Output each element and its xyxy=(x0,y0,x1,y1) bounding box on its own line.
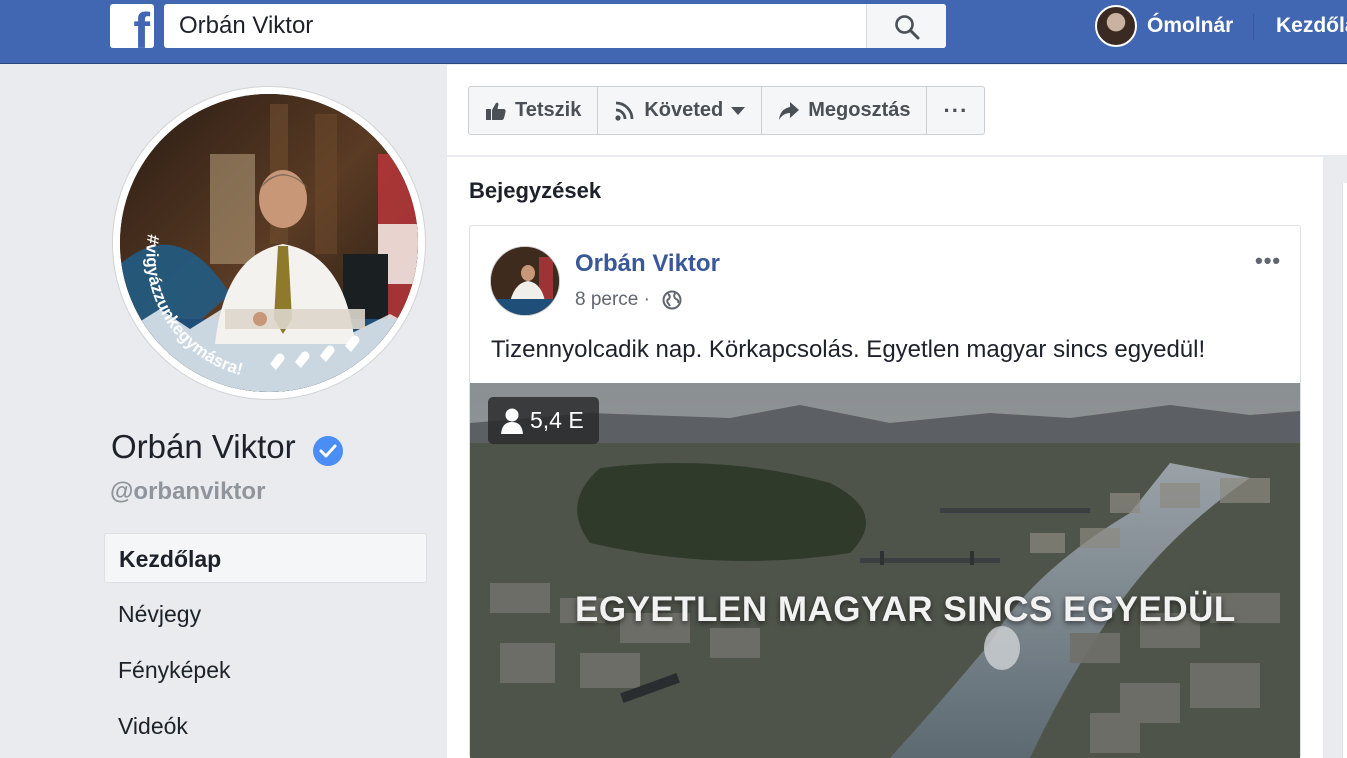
page-title: Orbán Viktor xyxy=(111,428,296,465)
topbar-divider xyxy=(1253,14,1254,40)
nav-item-home[interactable]: Kezdőlap xyxy=(104,533,427,583)
thumbs-up-icon xyxy=(486,102,506,120)
person-icon xyxy=(501,408,523,434)
facebook-logo-letter: f xyxy=(133,4,150,48)
share-arrow-icon xyxy=(779,101,800,120)
more-options-icon: ··· xyxy=(943,97,969,123)
posts-heading: Bejegyzések xyxy=(469,178,602,203)
search-icon xyxy=(895,15,920,40)
search-bar xyxy=(164,4,946,48)
more-options-button[interactable]: ··· xyxy=(927,87,984,134)
post-timestamp[interactable]: 8 perce · xyxy=(575,289,650,311)
page-actions: Tetszik Követed Megosztás ··· xyxy=(468,86,986,135)
like-button[interactable]: Tetszik xyxy=(469,87,599,134)
chevron-down-icon xyxy=(731,106,746,115)
view-count: 5,4 E xyxy=(530,407,584,433)
profile-photo: #vigyázzunkegymásra! xyxy=(120,94,418,392)
nav-item-photos[interactable]: Fényképek xyxy=(104,645,427,695)
globe-icon xyxy=(662,290,682,310)
top-navigation-bar: f Ómolnár Kezdőlap xyxy=(0,0,1347,64)
post-text: Tizennyolcadik nap. Körkapcsolás. Egyetl… xyxy=(491,336,1206,363)
home-link[interactable]: Kezdőlap xyxy=(1276,14,1347,38)
verified-badge-icon xyxy=(313,436,343,466)
user-avatar[interactable] xyxy=(1095,5,1137,47)
rss-follow-icon xyxy=(615,101,634,121)
follow-label: Követed xyxy=(644,99,724,121)
facebook-logo[interactable]: f xyxy=(110,4,154,48)
user-profile-link[interactable]: Ómolnár xyxy=(1147,14,1233,38)
search-input[interactable] xyxy=(164,4,866,48)
share-button[interactable]: Megosztás xyxy=(762,87,928,134)
right-sidebar-card xyxy=(1342,183,1347,758)
search-button[interactable] xyxy=(866,4,946,48)
nav-item-videos[interactable]: Videók xyxy=(104,701,427,751)
profile-picture[interactable]: #vigyázzunkegymásra! xyxy=(113,87,425,399)
view-count-badge: 5,4 E xyxy=(488,397,599,444)
video-caption: EGYETLEN MAGYAR SINCS EGYEDÜL xyxy=(575,590,1236,629)
post-options-icon[interactable]: ••• xyxy=(1255,248,1281,274)
post-author-avatar[interactable] xyxy=(490,246,560,316)
nav-item-about[interactable]: Névjegy xyxy=(104,589,427,639)
share-label: Megosztás xyxy=(808,99,911,121)
follow-button[interactable]: Követed xyxy=(598,87,763,134)
like-label: Tetszik xyxy=(515,99,582,121)
post-author-name[interactable]: Orbán Viktor xyxy=(575,250,720,278)
page-username: @orbanviktor xyxy=(110,478,266,505)
